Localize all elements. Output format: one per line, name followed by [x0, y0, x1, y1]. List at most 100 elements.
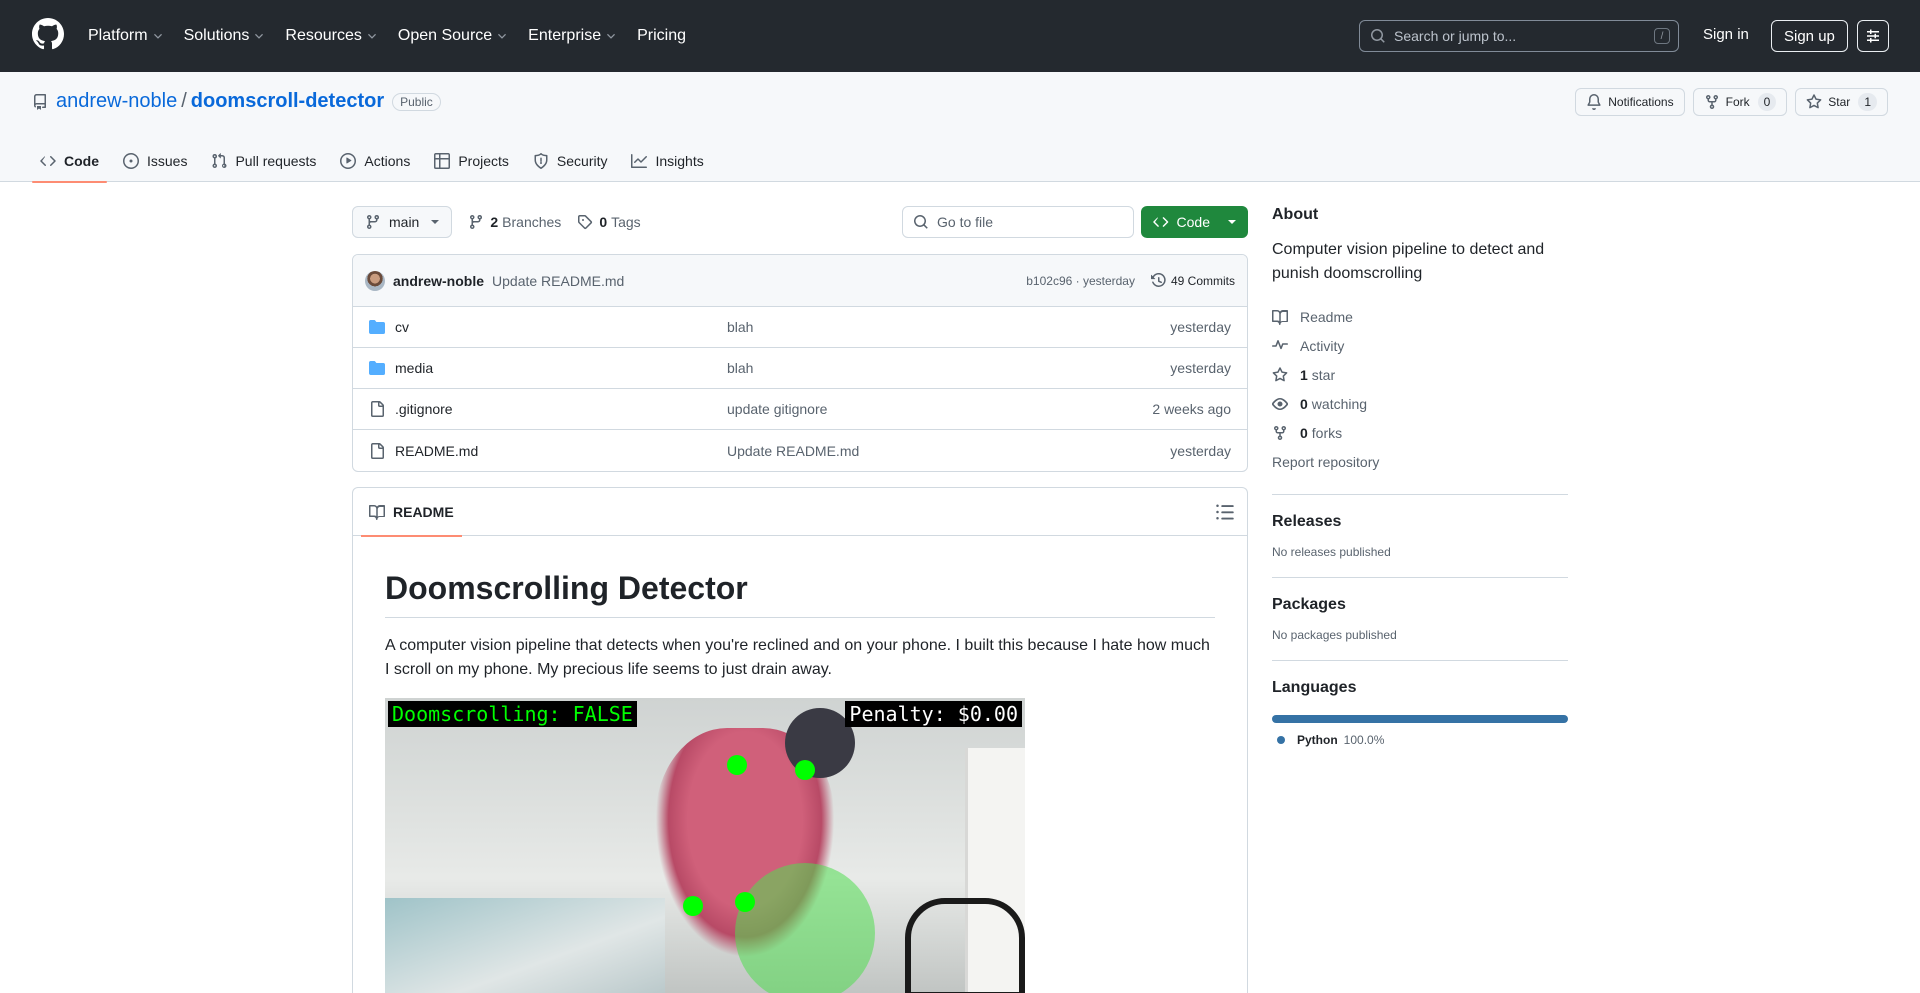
github-logo-icon[interactable]	[32, 18, 64, 50]
file-name-link[interactable]: .gitignore	[395, 401, 453, 417]
readme-link[interactable]: Readme	[1272, 302, 1568, 331]
commit-hash-link[interactable]: b102c96 · yesterday	[1026, 274, 1135, 288]
nav-resources[interactable]: Resources	[285, 27, 377, 45]
activity-link[interactable]: Activity	[1272, 331, 1568, 360]
table-row[interactable]: .gitignore update gitignore 2 weeks ago	[353, 389, 1247, 430]
packages-title[interactable]: Packages	[1272, 596, 1568, 614]
commit-message-link[interactable]: Update README.md	[492, 273, 624, 289]
table-row[interactable]: cv blah yesterday	[353, 307, 1247, 348]
notifications-button[interactable]: Notifications	[1575, 88, 1685, 116]
file-commit-message[interactable]: update gitignore	[727, 401, 827, 417]
visibility-badge: Public	[392, 92, 441, 111]
sign-up-button[interactable]: Sign up	[1771, 20, 1848, 52]
stars-link[interactable]: 1 star	[1272, 360, 1568, 389]
tab-pull-requests[interactable]: Pull requests	[203, 140, 324, 182]
repo-owner-link[interactable]: andrew-noble	[56, 90, 177, 113]
tag-icon	[578, 215, 593, 230]
activity-link-label: Activity	[1300, 337, 1345, 354]
forks-link[interactable]: 0 forks	[1272, 418, 1568, 447]
folder-icon	[369, 320, 385, 334]
tab-security[interactable]: Security	[525, 140, 616, 182]
nav-label: Pricing	[637, 27, 686, 44]
sliders-icon	[1867, 29, 1879, 43]
file-toolbar: main 2 Branches 0 Tags Go to file Code	[352, 206, 1248, 238]
packages-empty-text: No packages published	[1272, 628, 1397, 642]
releases-title[interactable]: Releases	[1272, 513, 1568, 531]
demo-gif: Doomscrolling: FALSE Penalty: $0.00	[385, 698, 1025, 993]
report-link-label: Report repository	[1272, 453, 1380, 470]
nav-pricing[interactable]: Pricing	[637, 27, 686, 45]
tags-link[interactable]: 0 Tags	[577, 214, 641, 230]
book-icon	[369, 504, 385, 520]
branch-selector-button[interactable]: main	[352, 206, 453, 238]
about-title: About	[1272, 206, 1319, 223]
issue-icon	[123, 153, 139, 169]
sign-in-link[interactable]: Sign in	[1703, 26, 1749, 43]
report-repository-link[interactable]: Report repository	[1272, 447, 1568, 476]
star-button[interactable]: Star 1	[1795, 88, 1888, 116]
language-name: Python	[1297, 733, 1338, 747]
bell-icon	[1587, 94, 1601, 110]
demo-penalty-label: Penalty: $0.00	[845, 701, 1022, 727]
tab-code[interactable]: Code	[32, 140, 107, 183]
repo-sidebar: About Computer vision pipeline to detect…	[1272, 206, 1568, 747]
nav-open-source[interactable]: Open Source	[398, 27, 508, 45]
branches-label: Branches	[502, 214, 562, 230]
divider	[1272, 577, 1568, 578]
repo-title: andrew-noble / doomscroll-detector Publi…	[32, 90, 441, 113]
chevron-down-icon	[367, 33, 376, 39]
file-commit-date: yesterday	[1170, 319, 1231, 335]
stars-count: 1	[1300, 366, 1308, 383]
fork-count: 0	[1757, 93, 1777, 111]
fork-button[interactable]: Fork 0	[1692, 88, 1788, 116]
file-commit-message[interactable]: Update README.md	[727, 443, 859, 459]
repo-name-link[interactable]: doomscroll-detector	[191, 90, 384, 113]
repo-description: Computer vision pipeline to detect and p…	[1272, 241, 1545, 282]
divider	[1272, 494, 1568, 495]
table-row[interactable]: media blah yesterday	[353, 348, 1247, 389]
code-dropdown-button[interactable]: Code	[1141, 206, 1248, 238]
readme-header: README	[353, 488, 1247, 537]
file-list: andrew-noble Update README.md b102c96 · …	[352, 254, 1248, 472]
file-commit-message[interactable]: blah	[727, 319, 753, 335]
file-name-link[interactable]: media	[395, 360, 433, 376]
tab-insights[interactable]: Insights	[623, 140, 711, 182]
file-commit-message[interactable]: blah	[727, 360, 753, 376]
appearance-settings-button[interactable]	[1857, 20, 1889, 52]
nav-platform[interactable]: Platform	[88, 27, 164, 45]
go-to-file-input[interactable]: Go to file	[902, 206, 1134, 238]
branches-link[interactable]: 2 Branches	[468, 214, 561, 230]
tags-count: 0	[599, 214, 608, 230]
nav-label: Open Source	[397, 27, 493, 44]
fork-icon	[1274, 425, 1286, 440]
commits-history-link[interactable]: 49 Commits	[1150, 273, 1235, 289]
demo-scene-bed	[385, 898, 665, 993]
watchers-link[interactable]: 0 watching	[1272, 389, 1568, 418]
avatar[interactable]	[365, 270, 385, 291]
nav-solutions[interactable]: Solutions	[184, 27, 266, 45]
repo-main-column: main 2 Branches 0 Tags Go to file Code a…	[352, 206, 1248, 993]
code-button-label: Code	[1176, 214, 1210, 230]
table-row[interactable]: README.md Update README.md yesterday	[353, 430, 1247, 471]
go-to-file-placeholder: Go to file	[937, 214, 994, 230]
language-item[interactable]: Python 100.0%	[1272, 733, 1568, 747]
tab-issues[interactable]: Issues	[115, 140, 195, 182]
repo-icon	[33, 93, 46, 110]
tab-projects[interactable]: Projects	[426, 140, 517, 182]
outline-list-icon[interactable]	[1215, 502, 1235, 522]
file-name-link[interactable]: README.md	[395, 443, 478, 459]
tab-readme[interactable]: README	[361, 488, 462, 537]
readme-link-label: Readme	[1300, 308, 1353, 325]
file-name-link[interactable]: cv	[395, 319, 409, 335]
search-icon	[914, 215, 928, 229]
search-shortcut-key: /	[1654, 28, 1670, 44]
nav-enterprise[interactable]: Enterprise	[528, 27, 617, 45]
branch-icon	[367, 214, 379, 230]
file-icon	[371, 442, 384, 459]
commit-author-link[interactable]: andrew-noble	[393, 273, 484, 289]
forks-label: forks	[1311, 424, 1343, 441]
global-search-input[interactable]: Search or jump to... /	[1359, 20, 1679, 52]
readme-paragraph: A computer vision pipeline that detects …	[385, 637, 1210, 678]
tab-actions[interactable]: Actions	[332, 140, 418, 182]
commit-meta: b102c96 · yesterday 49 Commits	[1026, 255, 1235, 307]
